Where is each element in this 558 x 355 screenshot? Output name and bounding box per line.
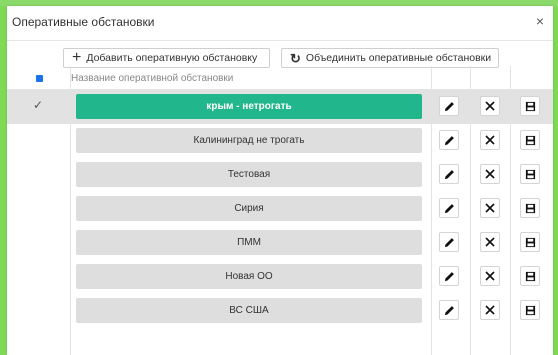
save-icon[interactable] <box>520 300 540 320</box>
table-row[interactable]: Сирия <box>7 192 553 226</box>
edit-icon[interactable] <box>439 198 459 218</box>
table-header: Название оперативной обстановки <box>7 68 553 90</box>
edit-icon[interactable] <box>439 96 459 116</box>
refresh-icon: ↻ <box>290 50 301 66</box>
dialog-titlebar: Оперативные обстановки × <box>7 6 553 41</box>
merge-situations-label: Объединить оперативные обстановки <box>305 52 492 64</box>
situation-name[interactable]: крым - нетрогать <box>76 94 422 119</box>
situation-name[interactable]: ПММ <box>76 230 422 255</box>
delete-icon[interactable] <box>480 266 500 286</box>
table-row[interactable]: ✓ крым - нетрогать <box>7 90 553 124</box>
situation-name[interactable]: ВС США <box>76 298 422 323</box>
edit-icon[interactable] <box>439 266 459 286</box>
situation-name[interactable]: Тестовая <box>76 162 422 187</box>
add-situation-button[interactable]: + Добавить оперативную обстановку <box>63 48 270 68</box>
checkmark-icon[interactable]: ✓ <box>33 98 43 112</box>
delete-icon[interactable] <box>480 164 500 184</box>
delete-icon[interactable] <box>480 198 500 218</box>
dialog-title: Оперативные обстановки <box>12 15 155 29</box>
edit-icon[interactable] <box>439 130 459 150</box>
merge-situations-button[interactable]: ↻ Объединить оперативные обстановки <box>281 48 499 68</box>
column-header-name: Название оперативной обстановки <box>71 73 234 84</box>
save-icon[interactable] <box>520 198 540 218</box>
save-icon[interactable] <box>520 96 540 116</box>
edit-icon[interactable] <box>439 300 459 320</box>
save-icon[interactable] <box>520 266 540 286</box>
delete-icon[interactable] <box>480 232 500 252</box>
delete-icon[interactable] <box>480 130 500 150</box>
save-icon[interactable] <box>520 232 540 252</box>
table-row[interactable]: Калининград не трогать <box>7 124 553 158</box>
situation-name[interactable]: Калининград не трогать <box>76 128 422 153</box>
situation-name[interactable]: Сирия <box>76 196 422 221</box>
close-icon[interactable]: × <box>536 13 544 29</box>
situation-name[interactable]: Новая ОО <box>76 264 422 289</box>
save-icon[interactable] <box>520 130 540 150</box>
delete-icon[interactable] <box>480 96 500 116</box>
table-row[interactable]: Тестовая <box>7 158 553 192</box>
select-all-checkbox[interactable] <box>36 75 43 82</box>
table-row[interactable]: Новая ОО <box>7 260 553 294</box>
plus-icon: + <box>72 49 82 66</box>
add-situation-label: Добавить оперативную обстановку <box>86 52 258 64</box>
operational-situations-dialog: Оперативные обстановки × + Добавить опер… <box>7 6 553 355</box>
edit-icon[interactable] <box>439 164 459 184</box>
table-row[interactable]: ВС США <box>7 294 553 328</box>
save-icon[interactable] <box>520 164 540 184</box>
delete-icon[interactable] <box>480 300 500 320</box>
edit-icon[interactable] <box>439 232 459 252</box>
table-row[interactable]: ПММ <box>7 226 553 260</box>
